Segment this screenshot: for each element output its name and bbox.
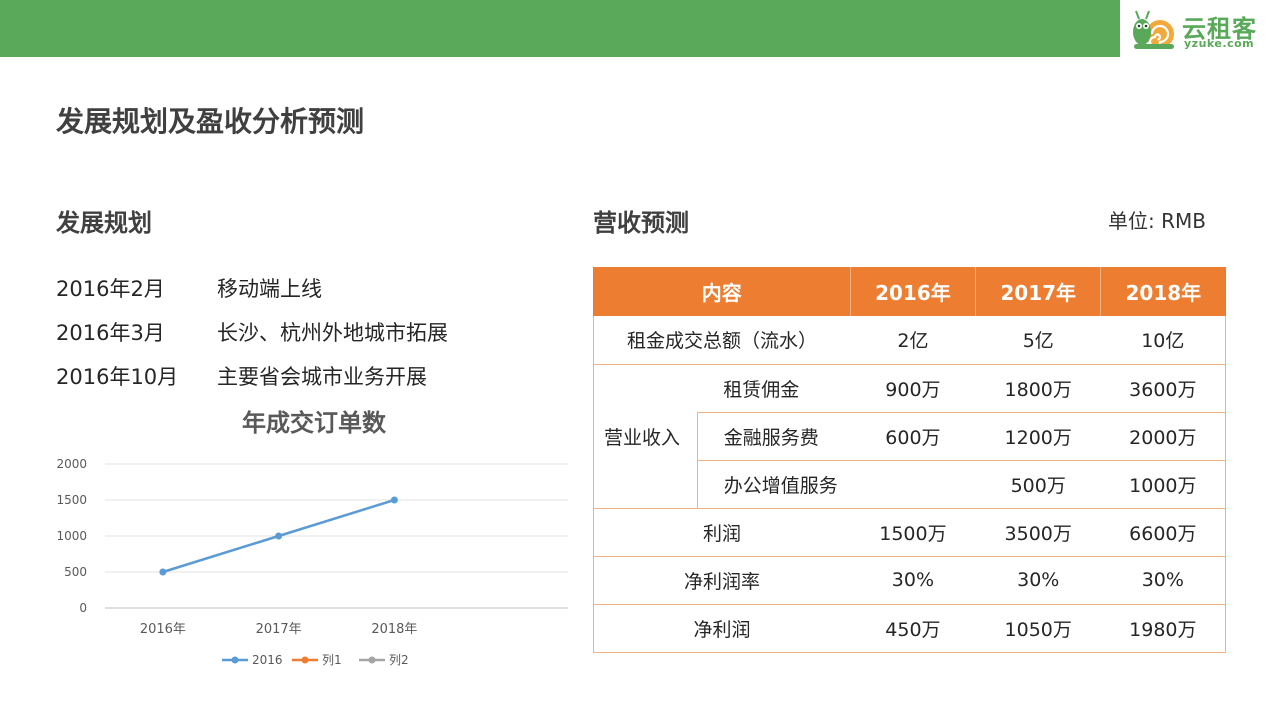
plan-date: 2016年10月 (56, 365, 179, 389)
plan-date: 2016年2月 (56, 277, 165, 301)
table-cell: 30% (850, 556, 976, 605)
y-tick-label: 2000 (56, 457, 87, 471)
plan-date: 2016年3月 (56, 321, 165, 345)
revenue-section-title: 营收预测 (593, 209, 689, 237)
table-cell: 1200万 (975, 412, 1101, 461)
legend-swatch-marker (301, 656, 309, 664)
row-label: 净利润率 (593, 556, 851, 605)
y-tick-label: 0 (79, 601, 87, 615)
plan-item: 2016年10月 主要省会城市业务开展 (56, 354, 448, 398)
table-cell: 500万 (975, 460, 1101, 509)
legend-label: 2016 (252, 653, 283, 667)
data-point (390, 496, 398, 504)
row-label: 办公增值服务 (696, 460, 851, 509)
table-row: 净利润 450万 1050万 1980万 (593, 604, 1226, 653)
table-cell: 1980万 (1100, 604, 1226, 653)
plan-item: 2016年2月 移动端上线 (56, 266, 448, 310)
plan-text: 移动端上线 (217, 277, 322, 301)
data-point (275, 532, 283, 540)
table-cell: 6600万 (1100, 508, 1226, 557)
header-content: 内容 (593, 267, 851, 316)
development-section-title: 发展规划 (56, 209, 152, 237)
legend-swatch-marker (368, 656, 376, 664)
header-year: 2017年 (975, 267, 1101, 316)
y-tick-label: 1500 (56, 493, 87, 507)
x-tick-label: 2017年 (256, 622, 302, 637)
y-tick-label: 500 (64, 565, 87, 579)
table-cell: 2000万 (1100, 412, 1226, 461)
top-banner (0, 0, 1280, 57)
orders-line-chart: 年成交订单数 0500100015002000 2016年 2017年 2018年 … (56, 409, 568, 667)
revenue-forecast-table: 内容 2016年 2017年 2018年 租金成交总额（流水） 2亿 5亿 10… (593, 267, 1226, 653)
table-cell: 900万 (850, 364, 976, 413)
row-label: 利润 (593, 508, 851, 557)
table-cell: 450万 (850, 604, 976, 653)
row-label: 金融服务费 (696, 412, 851, 461)
table-cell: 600万 (850, 412, 976, 461)
page-title: 发展规划及盈收分析预测 (56, 105, 365, 138)
header-year: 2016年 (849, 267, 976, 316)
y-tick-label: 1000 (56, 529, 87, 543)
table-cell: 1800万 (975, 364, 1101, 413)
table-cell: 1000万 (1100, 460, 1226, 509)
table-cell (850, 460, 976, 509)
data-point (159, 568, 167, 576)
chart-title: 年成交订单数 (242, 409, 387, 437)
row-label: 租赁佣金 (697, 364, 851, 413)
table-cell: 2亿 (850, 316, 976, 365)
table-row: 利润 1500万 3500万 6600万 (593, 508, 1226, 557)
table-cell: 30% (1100, 556, 1226, 605)
header-year: 2018年 (1100, 267, 1226, 316)
plan-text: 主要省会城市业务开展 (217, 365, 427, 389)
brand-logo: 云租客 yzuke.com (1120, 0, 1280, 57)
legend-label: 列1 (322, 653, 342, 667)
table-cell: 10亿 (1100, 316, 1226, 365)
plan-item: 2016年3月 长沙、杭州外地城市拓展 (56, 310, 448, 354)
table-row: 营业收入 租赁佣金 900万 1800万 3600万 (593, 364, 1226, 509)
table-row: 净利润率 30% 30% 30% (593, 556, 1226, 605)
table-row: 租金成交总额（流水） 2亿 5亿 10亿 (593, 316, 1226, 365)
table-cell: 1050万 (975, 604, 1101, 653)
table-header-row: 内容 2016年 2017年 2018年 (593, 267, 1226, 316)
row-label: 净利润 (593, 604, 851, 653)
table-cell: 5亿 (975, 316, 1101, 365)
brand-domain: yzuke.com (1184, 37, 1255, 50)
development-plan-list: 2016年2月 移动端上线 2016年3月 长沙、杭州外地城市拓展 2016年1… (56, 266, 448, 398)
x-tick-label: 2018年 (371, 622, 417, 637)
snail-mascot-icon (1133, 10, 1174, 49)
table-cell: 30% (975, 556, 1101, 605)
table-cell: 3600万 (1100, 364, 1226, 413)
row-label: 租金成交总额（流水） (593, 316, 851, 365)
table-cell: 1500万 (850, 508, 976, 557)
legend-swatch-marker (231, 656, 239, 664)
group-label: 营业收入 (593, 364, 698, 509)
plan-text: 长沙、杭州外地城市拓展 (217, 321, 448, 345)
x-tick-label: 2016年 (140, 622, 186, 637)
legend-label: 列2 (389, 653, 409, 667)
table-cell: 3500万 (975, 508, 1101, 557)
unit-label: 单位: RMB (1108, 209, 1206, 233)
